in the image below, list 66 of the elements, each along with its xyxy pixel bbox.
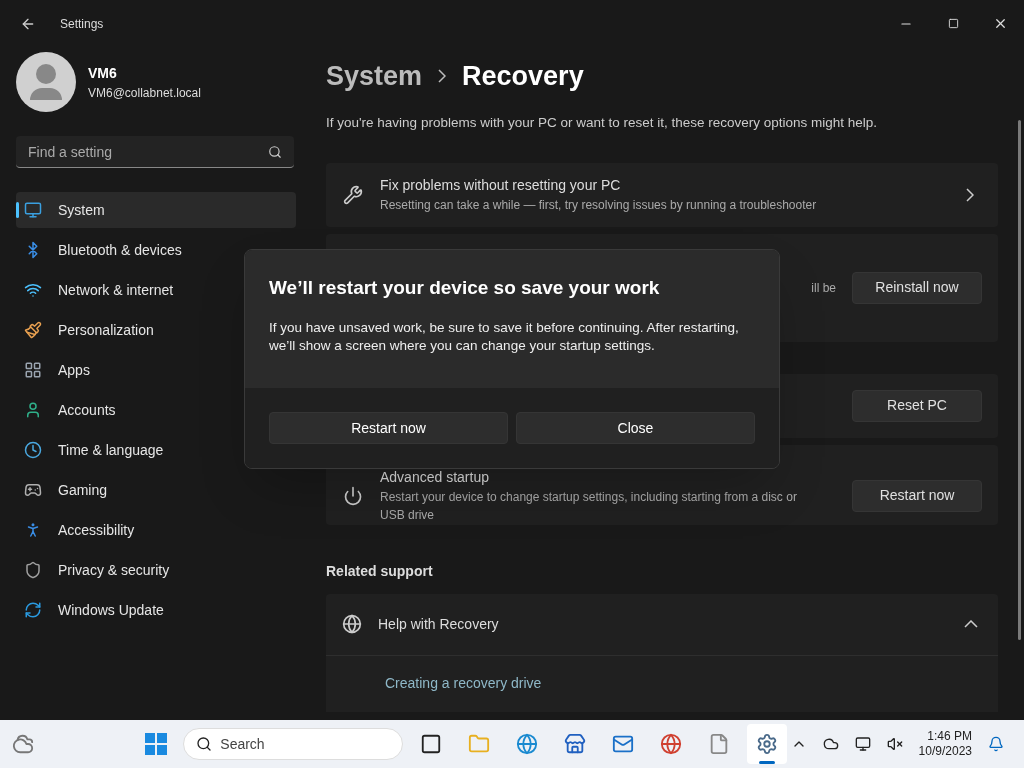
clock-icon — [24, 441, 42, 459]
store-icon — [564, 733, 587, 755]
option-description: ill be — [811, 279, 836, 297]
window-title: Settings — [60, 16, 104, 33]
maximize-icon[interactable] — [948, 18, 959, 29]
nav-item[interactable]: Windows Update — [16, 592, 296, 628]
clock-time[interactable]: 1:46 PM — [927, 729, 972, 744]
dialog-body: If you have unsaved work, be sure to save it before continuing. After restarting, we’ll show a screen where you can change your startup settings. — [269, 318, 740, 355]
option-card[interactable]: Fix problems without resetting your PC Resetting can take a while — first, try resolving issues by running a troubleshooter — [326, 162, 998, 227]
help-header[interactable]: Help with Recovery — [326, 593, 998, 656]
user-email: VM6@collabnet.local — [88, 84, 201, 102]
shield-icon — [24, 561, 42, 579]
monitor-icon[interactable] — [854, 736, 871, 752]
folder-icon — [468, 733, 491, 755]
nav-item[interactable]: Privacy & security — [16, 552, 296, 588]
wrench-icon — [343, 184, 363, 205]
section-heading: Related support — [326, 561, 434, 581]
globe-icon — [342, 614, 362, 635]
close-icon[interactable] — [993, 16, 1008, 31]
breadcrumb-parent[interactable]: System — [326, 56, 423, 97]
nav-item[interactable]: Apps — [16, 352, 296, 388]
wifi-icon — [24, 281, 42, 299]
dialog-button[interactable]: Restart now — [269, 412, 508, 444]
settings-icon — [756, 733, 779, 755]
scrollbar[interactable] — [1018, 120, 1021, 640]
taskview-icon — [420, 733, 443, 755]
weather-icon[interactable] — [12, 733, 34, 755]
brush-icon — [24, 321, 42, 339]
option-title: Advanced startup — [380, 468, 490, 488]
dialog-title: We’ll restart your device so save your work — [269, 276, 661, 300]
nav-item[interactable]: System — [16, 192, 296, 228]
grid-icon — [24, 361, 42, 379]
gamepad-icon — [24, 481, 42, 499]
option-description: Resetting can take a while — first, try resolving issues by running a troubleshooter — [380, 197, 818, 215]
option-description: Restart your device to change startup settings, including starting from a disc or USB drive — [380, 489, 798, 525]
search-icon — [196, 736, 213, 752]
intro-text: If you're having problems with your PC or want to reset it, these recovery options might help. — [326, 113, 879, 132]
search-icon — [268, 145, 282, 159]
option-button[interactable]: Reinstall now — [852, 271, 982, 304]
nav-item[interactable]: Gaming — [16, 472, 296, 508]
chevron-icon — [438, 69, 447, 84]
monitor-icon — [24, 201, 42, 219]
option-button[interactable]: Restart now — [852, 479, 982, 512]
page-title: Recovery — [462, 60, 584, 93]
nav-item[interactable]: Bluetooth & devices — [16, 232, 296, 268]
option-button[interactable]: Reset PC — [852, 389, 982, 422]
search-field[interactable]: Find a setting — [16, 136, 294, 168]
back-icon[interactable] — [20, 16, 36, 32]
user-name: VM6 — [88, 63, 118, 83]
bell-icon[interactable] — [988, 736, 1004, 752]
chevron-icon — [966, 187, 974, 202]
taskbar-search[interactable]: Search — [183, 728, 404, 760]
person-icon — [24, 401, 42, 419]
option-title: Fix problems without resetting your PC — [380, 176, 622, 196]
cloud-icon[interactable] — [822, 736, 839, 752]
start-icon[interactable] — [145, 733, 168, 755]
refresh-icon — [24, 601, 42, 619]
nav-item[interactable]: Accessibility — [16, 512, 296, 548]
mute-icon[interactable] — [886, 736, 903, 752]
recovery-drive-link[interactable]: Creating a recovery drive — [385, 673, 542, 695]
clock-date[interactable]: 10/9/2023 — [918, 744, 972, 759]
avatar — [16, 52, 76, 112]
dialog-button[interactable]: Close — [516, 412, 755, 444]
selection-indicator — [16, 202, 19, 218]
power-icon — [343, 485, 363, 506]
mail-icon — [612, 733, 635, 755]
